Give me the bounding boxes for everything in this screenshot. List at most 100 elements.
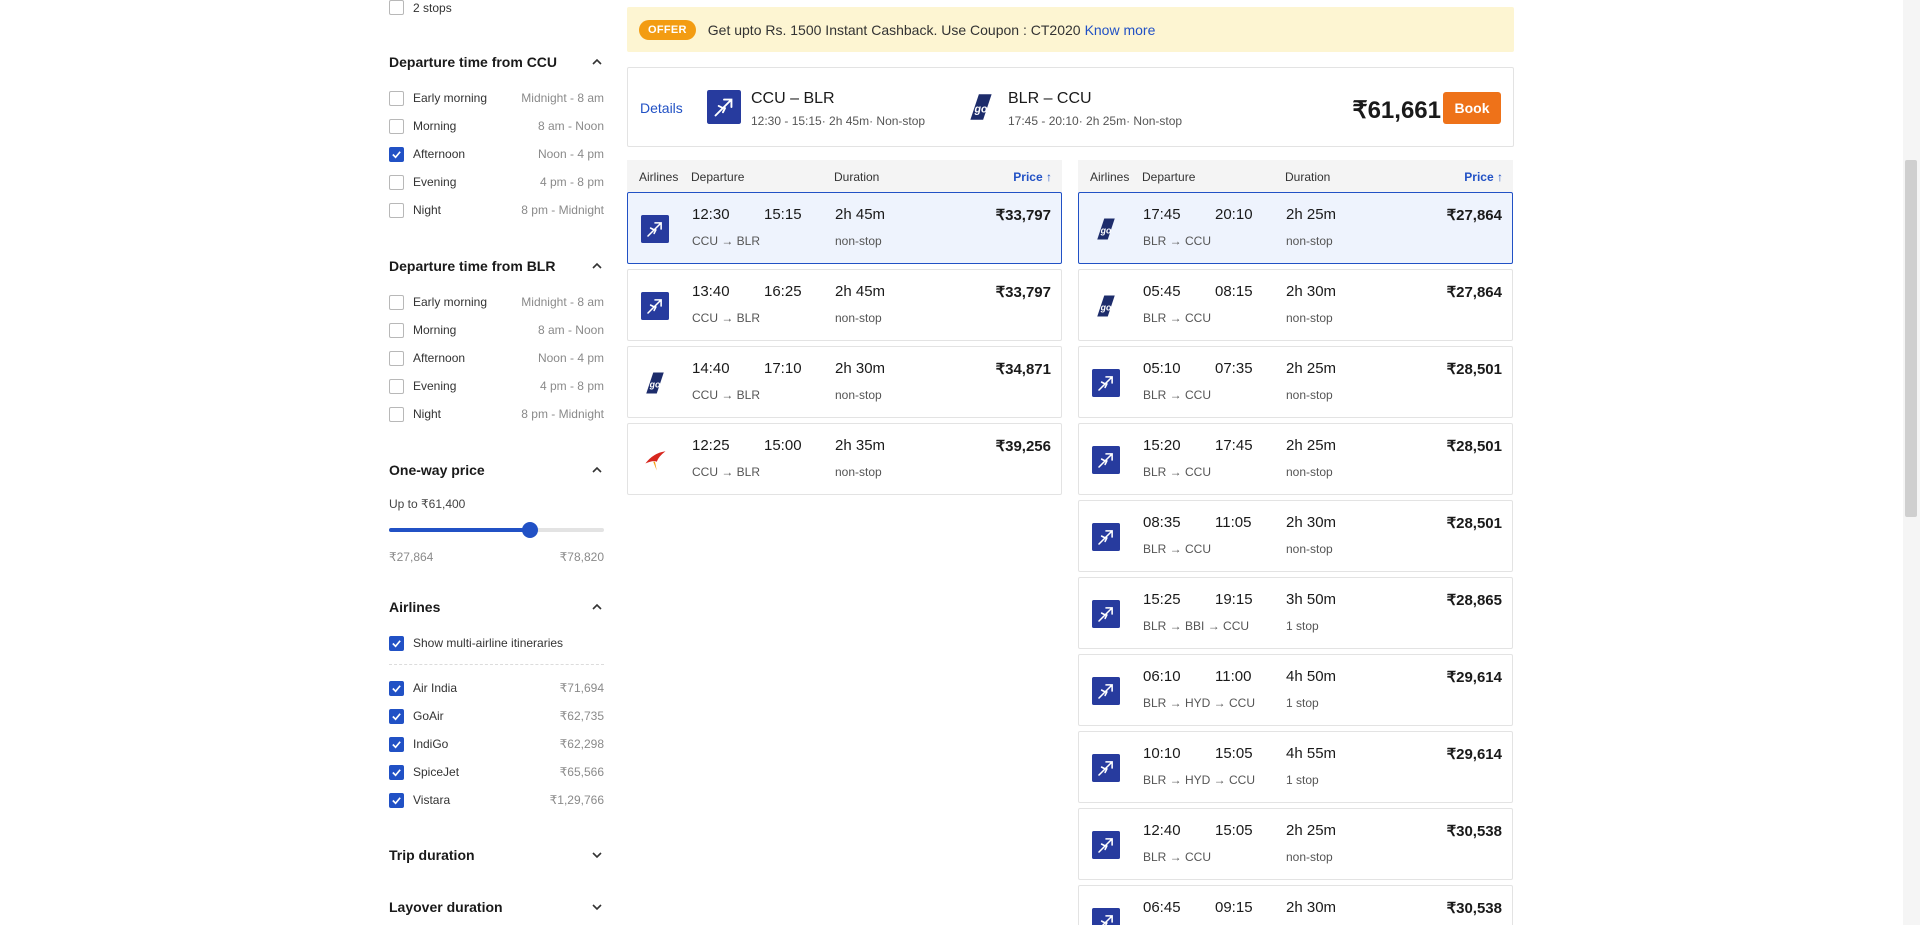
flight-price: ₹27,864: [1446, 284, 1502, 301]
header-airlines[interactable]: Airlines: [1090, 170, 1129, 184]
flight-stops: non-stop: [1286, 234, 1333, 248]
airline-logo: [1092, 446, 1120, 474]
divider: [389, 664, 604, 665]
checkbox[interactable]: [389, 174, 404, 190]
blr-time-option[interactable]: Evening 4 pm - 8 pm: [389, 377, 604, 395]
header-departure[interactable]: Departure: [691, 170, 744, 184]
total-price: ₹61,661: [1352, 97, 1441, 124]
blr-time-option[interactable]: Afternoon Noon - 4 pm: [389, 349, 604, 367]
checkbox[interactable]: [389, 146, 404, 162]
trip-duration-header[interactable]: Trip duration: [389, 845, 604, 865]
airline-logo: [1092, 677, 1120, 705]
details-link[interactable]: Details: [640, 100, 683, 116]
airlines-header[interactable]: Airlines: [389, 597, 604, 617]
ccu-time-option[interactable]: Evening 4 pm - 8 pm: [389, 173, 604, 191]
header-duration[interactable]: Duration: [1285, 170, 1330, 184]
flight-card[interactable]: 15:25 19:15 3h 50m BLR → BBI → CCU 1 stop ₹28…: [1078, 577, 1513, 649]
option-range: 8 am - Noon: [537, 323, 604, 337]
checkbox[interactable]: [389, 764, 404, 780]
layover-duration-header[interactable]: Layover duration: [389, 897, 604, 917]
checkbox[interactable]: [389, 708, 404, 724]
chevron-up-icon[interactable]: [590, 55, 604, 69]
checkbox[interactable]: [389, 350, 404, 366]
checkbox[interactable]: [389, 0, 404, 15]
flight-price: ₹27,864: [1446, 207, 1502, 224]
price-slider[interactable]: [389, 522, 604, 538]
stops-2-option[interactable]: 2 stops: [389, 0, 452, 15]
flight-card[interactable]: go 14:40 17:10 2h 30m CCU → BLR non-stop ₹34,8…: [627, 346, 1062, 418]
checkbox[interactable]: [389, 406, 404, 422]
option-range: ₹71,694: [559, 681, 604, 695]
flight-card[interactable]: go 05:45 08:15 2h 30m BLR → CCU non-stop ₹27,8…: [1078, 269, 1513, 341]
chevron-down-icon[interactable]: [590, 900, 604, 914]
checkbox[interactable]: [389, 736, 404, 752]
ccu-time-option[interactable]: Night 8 pm - Midnight: [389, 201, 604, 219]
arrival-time: 11:05: [1215, 514, 1252, 531]
flight-route: CCU → BLR: [692, 388, 761, 402]
airline-option[interactable]: Vistara ₹1,29,766: [389, 791, 604, 809]
flight-duration: 2h 35m: [835, 437, 886, 454]
offer-text: Get upto Rs. 1500 Instant Cashback. Use …: [707, 21, 1081, 38]
flight-price: ₹30,538: [1446, 900, 1502, 917]
header-price-sort[interactable]: Price ↑: [1013, 170, 1052, 184]
blr-time-option[interactable]: Morning 8 am - Noon: [389, 321, 604, 339]
flight-card[interactable]: 13:40 16:25 2h 45m CCU → BLR non-stop ₹33,797: [627, 269, 1062, 341]
flight-card[interactable]: 06:10 11:00 4h 50m BLR → HYD → CCU 1 stop ₹29…: [1078, 654, 1513, 726]
flight-card[interactable]: 12:30 15:15 2h 45m CCU → BLR non-stop ₹33,797: [627, 192, 1062, 264]
ccu-time-option[interactable]: Early morning Midnight - 8 am: [389, 89, 604, 107]
checkbox[interactable]: [389, 90, 404, 106]
checkbox[interactable]: [389, 202, 404, 218]
flight-card[interactable]: 05:10 07:35 2h 25m BLR → CCU non-stop ₹28,501: [1078, 346, 1513, 418]
book-button[interactable]: Book: [1443, 92, 1501, 124]
multi-airline-option[interactable]: Show multi-airline itineraries: [389, 634, 604, 652]
airline-logo: [1092, 523, 1120, 551]
checkbox[interactable]: [389, 294, 404, 310]
flight-price: ₹28,865: [1446, 592, 1502, 609]
slider-thumb[interactable]: [521, 522, 538, 538]
flight-card[interactable]: 08:35 11:05 2h 30m BLR → CCU non-stop ₹28,501: [1078, 500, 1513, 572]
section-title: Departure time from BLR: [389, 258, 556, 274]
flight-route: BLR → CCU: [1143, 465, 1212, 479]
scrollbar-thumb[interactable]: [1905, 160, 1917, 517]
ccu-time-option[interactable]: Morning 8 am - Noon: [389, 117, 604, 135]
blr-time-option[interactable]: Early morning Midnight - 8 am: [389, 293, 604, 311]
checkbox[interactable]: [389, 680, 404, 696]
chevron-up-icon[interactable]: [590, 600, 604, 614]
checkbox[interactable]: [389, 378, 404, 394]
checkbox[interactable]: [389, 118, 404, 134]
flight-card[interactable]: 12:40 15:05 2h 25m BLR → CCU non-stop ₹30,538: [1078, 808, 1513, 880]
header-duration[interactable]: Duration: [834, 170, 879, 184]
checkbox[interactable]: [389, 635, 404, 651]
airline-logo: go: [1092, 292, 1120, 320]
flight-card[interactable]: 10:10 15:05 4h 55m BLR → HYD → CCU 1 stop ₹29…: [1078, 731, 1513, 803]
chevron-up-icon[interactable]: [590, 463, 604, 477]
price-header[interactable]: One-way price: [389, 460, 604, 480]
flight-card[interactable]: 06:4509:152h 30mBLR → CCUnon-stop₹30,538: [1078, 885, 1513, 925]
flight-stops: non-stop: [1286, 311, 1333, 325]
chevron-up-icon[interactable]: [590, 259, 604, 273]
checkbox[interactable]: [389, 792, 404, 808]
airline-option[interactable]: IndiGo ₹62,298: [389, 735, 604, 753]
flight-card[interactable]: 12:25 15:00 2h 35m CCU → BLR non-stop ₹39,256: [627, 423, 1062, 495]
airline-option[interactable]: GoAir ₹62,735: [389, 707, 604, 725]
flight-price: ₹34,871: [995, 361, 1051, 378]
header-departure[interactable]: Departure: [1142, 170, 1195, 184]
airline-option[interactable]: Air India ₹71,694: [389, 679, 604, 697]
ccu-time-option[interactable]: Afternoon Noon - 4 pm: [389, 145, 604, 163]
know-more-link[interactable]: Know more: [1085, 22, 1156, 38]
option-range: 4 pm - 8 pm: [539, 175, 604, 189]
airline-option[interactable]: SpiceJet ₹65,566: [389, 763, 604, 781]
departure-time: 12:40: [1143, 822, 1181, 839]
blr-time-header[interactable]: Departure time from BLR: [389, 256, 604, 276]
chevron-down-icon[interactable]: [590, 848, 604, 862]
header-price-sort[interactable]: Price ↑: [1464, 170, 1503, 184]
flight-card[interactable]: 15:20 17:45 2h 25m BLR → CCU non-stop ₹28,501: [1078, 423, 1513, 495]
arrival-time: 15:00: [764, 437, 802, 454]
header-airlines[interactable]: Airlines: [639, 170, 678, 184]
section-title: Departure time from CCU: [389, 54, 558, 70]
blr-time-option[interactable]: Night 8 pm - Midnight: [389, 405, 604, 423]
departure-time: 06:10: [1143, 668, 1181, 685]
flight-card[interactable]: go 17:45 20:10 2h 25m BLR → CCU non-stop ₹27,8…: [1078, 192, 1513, 264]
ccu-time-header[interactable]: Departure time from CCU: [389, 52, 604, 72]
checkbox[interactable]: [389, 322, 404, 338]
